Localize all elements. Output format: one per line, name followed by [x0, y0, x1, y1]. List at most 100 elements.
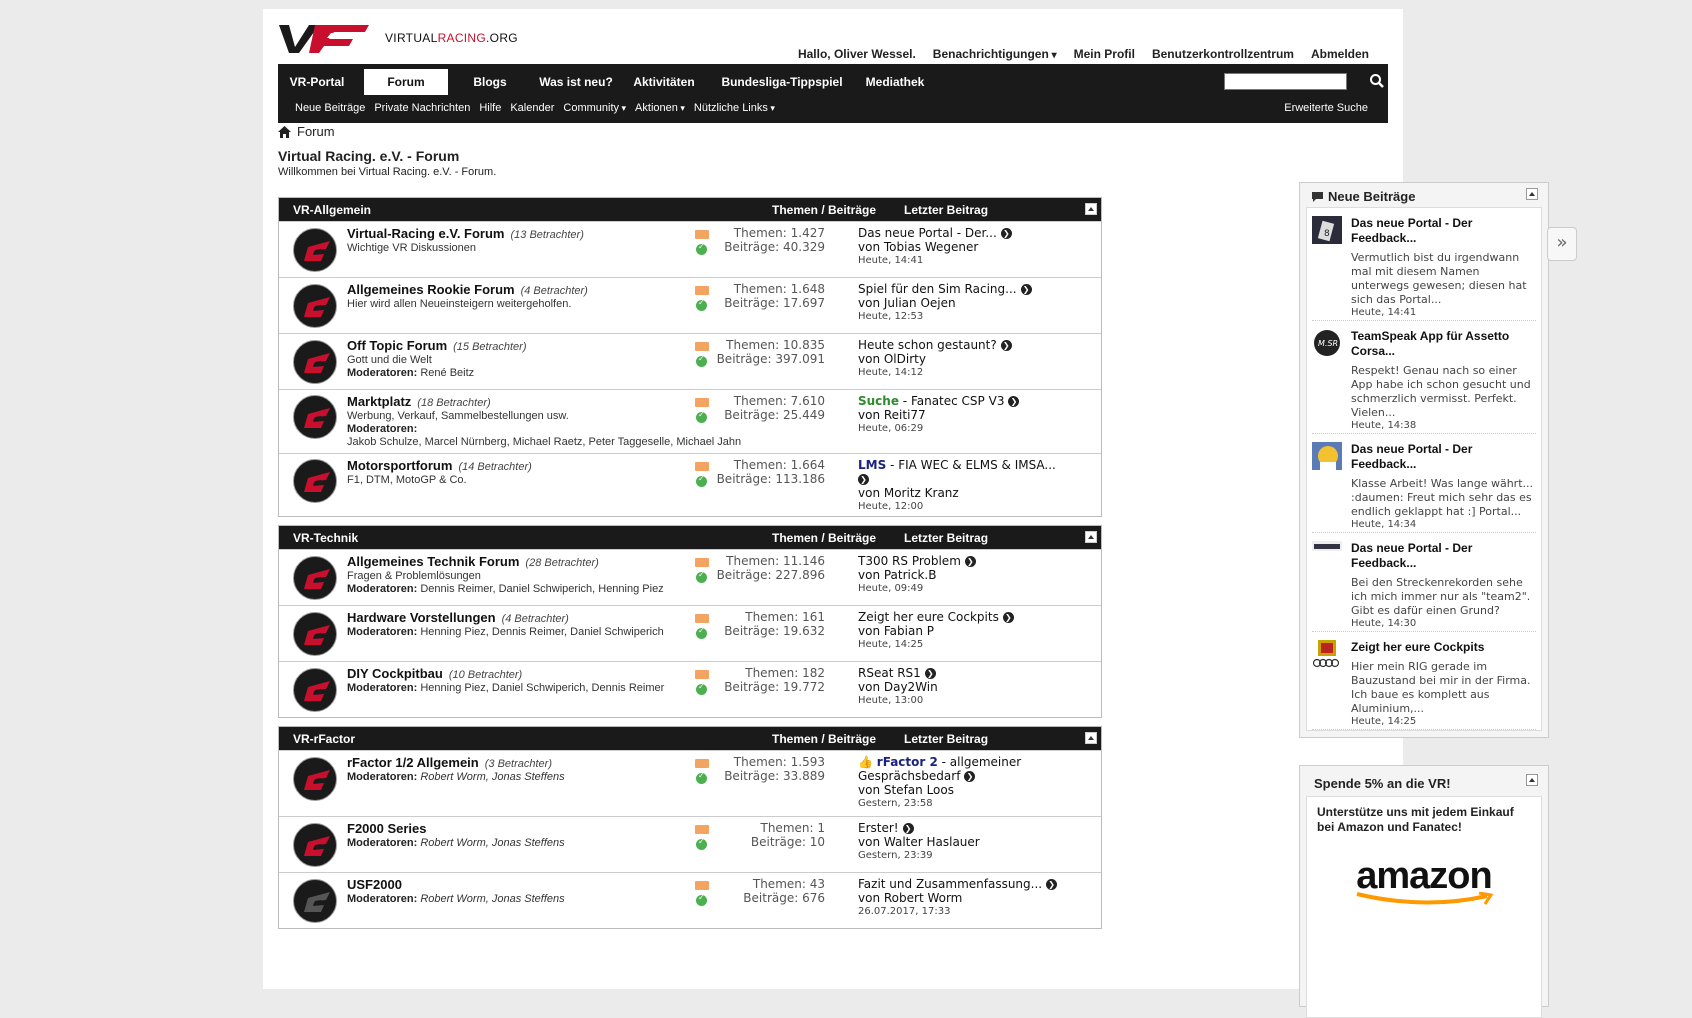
- rss-icon[interactable]: [695, 759, 709, 768]
- tab-activities[interactable]: Aktivitäten: [620, 69, 708, 95]
- last-post-author[interactable]: von Stefan Loos: [858, 783, 1038, 797]
- forum-title[interactable]: Allgemeines Rookie Forum (4 Betrachter): [347, 282, 588, 297]
- post-title[interactable]: Zeigt her eure Cockpits: [1351, 632, 1536, 655]
- rss-icon[interactable]: [695, 614, 709, 623]
- subnav-help[interactable]: Hilfe: [479, 102, 501, 114]
- last-post-title[interactable]: - Fanatec CSP V3: [899, 394, 1005, 408]
- amazon-logo[interactable]: amazon: [1307, 855, 1541, 906]
- post-title[interactable]: TeamSpeak App für Assetto Corsa...: [1351, 321, 1536, 359]
- forum-title[interactable]: Virtual-Racing e.V. Forum (13 Betrachter): [347, 226, 584, 241]
- notifications-link[interactable]: Benachrichtigungen: [933, 47, 1057, 61]
- last-post-author[interactable]: von Julian Oejen: [858, 296, 1032, 310]
- last-post-author[interactable]: von Day2Win: [858, 680, 938, 694]
- collapse-icon[interactable]: [1085, 203, 1097, 215]
- tab-bundesliga[interactable]: Bundesliga-Tippspiel: [708, 69, 856, 95]
- last-post-author[interactable]: von Walter Haslauer: [858, 835, 980, 849]
- avatar[interactable]: [1312, 640, 1342, 668]
- new-post-item[interactable]: Das neue Portal - Der Feedback... Bei de…: [1312, 533, 1536, 632]
- go-to-post-icon[interactable]: ❯: [902, 823, 914, 834]
- last-post-title[interactable]: Fazit und Zusammenfassung...: [858, 877, 1042, 891]
- last-post-title[interactable]: Das neue Portal - Der...: [858, 226, 997, 240]
- avatar[interactable]: [1312, 541, 1342, 569]
- new-post-item[interactable]: Zeigt her eure Cockpits Hier mein RIG ge…: [1312, 632, 1536, 730]
- search-input[interactable]: [1224, 73, 1347, 90]
- thread-prefix[interactable]: LMS: [858, 458, 886, 472]
- usercp-link[interactable]: Benutzerkontrollzentrum: [1152, 47, 1294, 61]
- go-to-post-icon[interactable]: ❯: [964, 556, 976, 567]
- last-post-author[interactable]: von Tobias Wegener: [858, 240, 1012, 254]
- last-post-author[interactable]: von Robert Worm: [858, 891, 1057, 905]
- profile-link[interactable]: Mein Profil: [1074, 47, 1135, 61]
- post-title[interactable]: Das neue Portal - Der Feedback...: [1351, 434, 1536, 472]
- collapse-icon[interactable]: [1526, 774, 1538, 786]
- last-post-title[interactable]: Spiel für den Sim Racing...: [858, 282, 1017, 296]
- subnav-useful-links[interactable]: Nützliche Links: [694, 102, 775, 114]
- go-to-post-icon[interactable]: ❯: [858, 474, 869, 485]
- rss-icon[interactable]: [695, 230, 709, 239]
- forum-title[interactable]: Allgemeines Technik Forum (28 Betrachter): [347, 554, 599, 569]
- go-to-post-icon[interactable]: ❯: [1008, 396, 1020, 407]
- collapse-icon[interactable]: [1526, 188, 1538, 200]
- thread-prefix[interactable]: Suche: [858, 394, 899, 408]
- tab-mediathek[interactable]: Mediathek: [856, 69, 934, 95]
- tab-whats-new[interactable]: Was ist neu?: [532, 69, 620, 95]
- collapse-icon[interactable]: [1085, 531, 1097, 543]
- rss-icon[interactable]: [695, 558, 709, 567]
- go-to-post-icon[interactable]: ❯: [924, 668, 936, 679]
- category-title[interactable]: VR-Technik: [293, 531, 358, 545]
- tab-vr-portal[interactable]: VR-Portal: [278, 69, 356, 95]
- logout-link[interactable]: Abmelden: [1311, 47, 1369, 61]
- subnav-private-messages[interactable]: Private Nachrichten: [374, 102, 470, 114]
- go-to-post-icon[interactable]: ❯: [1046, 879, 1058, 890]
- avatar[interactable]: M.SR: [1312, 329, 1342, 357]
- rss-icon[interactable]: [695, 342, 709, 351]
- last-post-author[interactable]: von Patrick.B: [858, 568, 976, 582]
- new-post-item[interactable]: M.SR TeamSpeak App für Assetto Corsa... …: [1312, 321, 1536, 434]
- rss-icon[interactable]: [695, 286, 709, 295]
- last-post-author[interactable]: von Fabian P: [858, 624, 1014, 638]
- subnav-community[interactable]: Community: [563, 102, 626, 114]
- advanced-search-link[interactable]: Erweiterte Suche: [1284, 102, 1368, 114]
- forum-title[interactable]: Marktplatz (18 Betrachter): [347, 394, 491, 409]
- post-title[interactable]: Das neue Portal - Der Feedback...: [1351, 208, 1536, 246]
- go-to-post-icon[interactable]: ❯: [964, 771, 976, 782]
- vr-logo[interactable]: [279, 21, 371, 55]
- go-to-post-icon[interactable]: ❯: [1020, 284, 1032, 295]
- last-post-author[interactable]: von Reiti77: [858, 408, 1019, 422]
- go-to-post-icon[interactable]: ❯: [1002, 612, 1014, 623]
- last-post-title[interactable]: RSeat RS1: [858, 666, 921, 680]
- forum-title[interactable]: DIY Cockpitbau (10 Betrachter): [347, 666, 522, 681]
- last-post-title[interactable]: T300 RS Problem: [858, 554, 961, 568]
- avatar[interactable]: 8: [1312, 216, 1342, 244]
- home-icon[interactable]: [278, 125, 291, 138]
- thread-prefix[interactable]: rFactor 2: [877, 755, 938, 769]
- site-name[interactable]: VIRTUALRACING.ORG: [385, 31, 518, 45]
- last-post-title[interactable]: Erster!: [858, 821, 899, 835]
- go-to-post-icon[interactable]: ❯: [1000, 228, 1012, 239]
- forum-title[interactable]: Motorsportforum (14 Betrachter): [347, 458, 532, 473]
- category-title[interactable]: VR-Allgemein: [293, 203, 371, 217]
- avatar[interactable]: [1312, 442, 1342, 470]
- search-icon[interactable]: [1369, 73, 1385, 89]
- subnav-new-posts[interactable]: Neue Beiträge: [295, 102, 365, 114]
- new-post-item[interactable]: 8 Das neue Portal - Der Feedback... Verm…: [1312, 208, 1536, 321]
- category-title[interactable]: VR-rFactor: [293, 732, 355, 746]
- sidebar-toggle-icon[interactable]: »: [1547, 227, 1577, 261]
- subnav-calendar[interactable]: Kalender: [510, 102, 554, 114]
- last-post-title[interactable]: Zeigt her eure Cockpits: [858, 610, 999, 624]
- rss-icon[interactable]: [695, 825, 709, 834]
- last-post-author[interactable]: von Moritz Kranz: [858, 486, 1056, 500]
- rss-icon[interactable]: [695, 398, 709, 407]
- collapse-icon[interactable]: [1085, 732, 1097, 744]
- forum-title[interactable]: USF2000: [347, 877, 402, 892]
- breadcrumb-forum[interactable]: Forum: [297, 124, 335, 139]
- tab-blogs[interactable]: Blogs: [448, 69, 532, 95]
- rss-icon[interactable]: [695, 462, 709, 471]
- go-to-post-icon[interactable]: ❯: [1000, 340, 1012, 351]
- forum-title[interactable]: Hardware Vorstellungen (4 Betrachter): [347, 610, 569, 625]
- forum-title[interactable]: Off Topic Forum (15 Betrachter): [347, 338, 527, 353]
- new-post-item[interactable]: Das neue Portal - Der Feedback... Klasse…: [1312, 434, 1536, 533]
- rss-icon[interactable]: [695, 670, 709, 679]
- last-post-title[interactable]: Heute schon gestaunt?: [858, 338, 997, 352]
- rss-icon[interactable]: [695, 881, 709, 890]
